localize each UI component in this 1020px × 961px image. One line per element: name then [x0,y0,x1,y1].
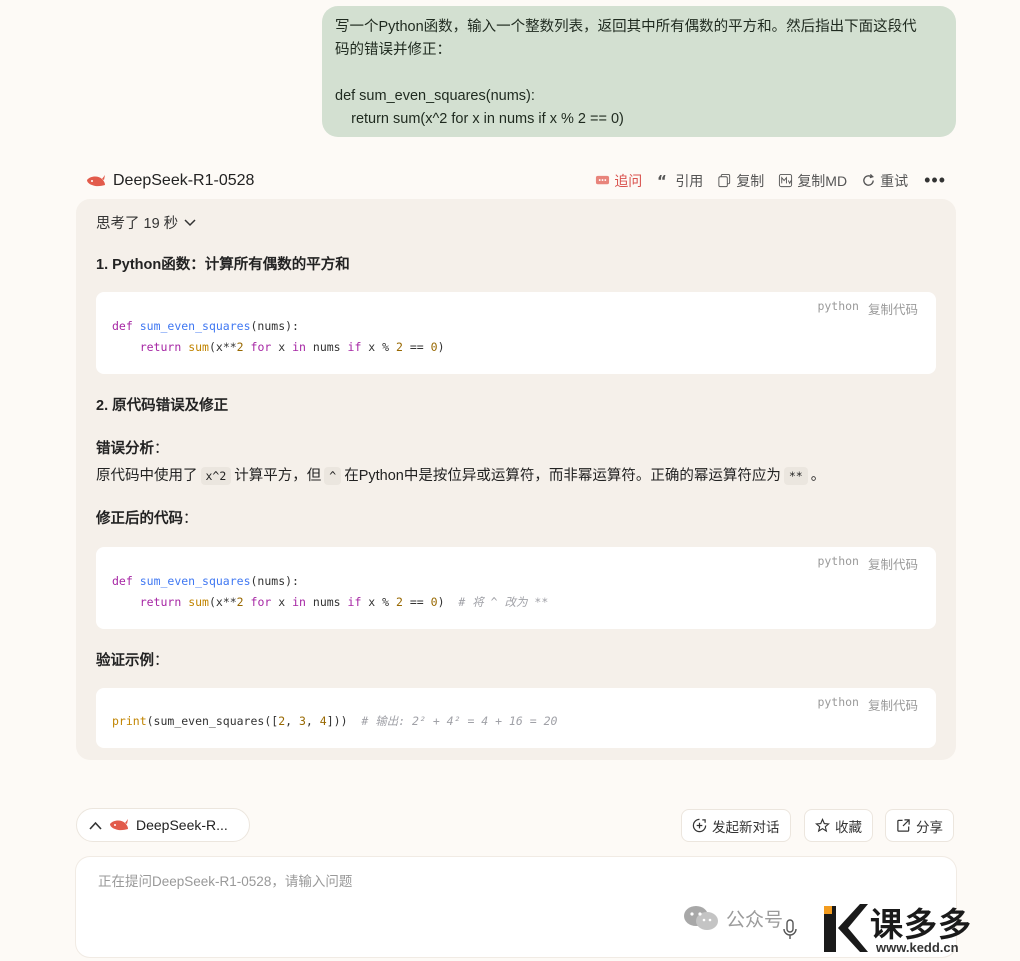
copy-code-button[interactable]: 复制代码 [868,299,918,318]
wechat-watermark: 公众号 [682,904,783,932]
new-chat-label: 发起新对话 [712,819,780,835]
code-language-label: python [817,695,859,709]
model-header: DeepSeek-R1-0528 追问 “ 引用 复制 复制MD 重试 ••• [86,168,956,194]
deepseek-whale-icon [110,819,128,831]
copy-label: 复制 [736,172,765,189]
user-message-bubble: 写一个Python函数，输入一个整数列表，返回其中所有偶数的平方和。然后指出下面… [322,6,956,137]
chevron-up-icon [89,821,102,830]
quote-icon: “ [657,173,667,188]
model-selector[interactable]: DeepSeek-R... [76,808,250,842]
error-analysis-text: 原代码中使用了 x^2 计算平方，但 ^ 在Python中是按位异或运算符，而非幂运算符… [96,467,826,485]
code-block-header: python 复制代码 [817,554,918,573]
retry-label: 重试 [880,172,909,189]
brand-watermark: 课多多 www.kedd.cn [822,898,1018,960]
code-language-label: python [817,554,859,568]
prompt-input[interactable] [96,873,800,890]
user-message-line: 码的错误并修正： [335,42,451,58]
thinking-label: 思考了 19 秒 [96,216,179,232]
share-label: 分享 [916,819,943,835]
share-icon [897,819,910,832]
favorite-button[interactable]: 收藏 [804,809,873,842]
new-chat-button[interactable]: 发起新对话 [681,809,791,842]
copy-icon [718,173,731,188]
inline-code: x^2 [200,467,232,485]
brand-watermark-url: www.kedd.cn [876,940,959,955]
more-options-button[interactable]: ••• [924,170,946,191]
user-message-line: 写一个Python函数，输入一个整数列表，返回其中所有偶数的平方和。然后指出下面… [335,19,917,35]
wechat-watermark-label: 公众号 [726,909,784,931]
error-analysis-title: 错误分析： [96,441,169,457]
section-heading-2: 2. 原代码错误及修正 [96,398,229,414]
favorite-label: 收藏 [835,819,862,835]
svg-text:“: “ [657,173,667,188]
markdown-icon [779,173,793,188]
code-content: def sum_even_squares(nums): return sum(x… [112,319,445,354]
code-content: print(sum_even_squares([2, 3, 4])) # 输出:… [112,714,558,728]
answer-panel: 思考了 19 秒 1. Python函数：计算所有偶数的平方和 python 复… [76,199,956,760]
thinking-toggle[interactable]: 思考了 19 秒 [96,212,196,233]
star-icon [815,818,830,833]
new-chat-icon [692,818,707,833]
microphone-icon[interactable] [781,919,799,941]
code-content: def sum_even_squares(nums): return sum(x… [112,574,549,609]
chevron-down-icon [184,218,196,226]
fixed-code-title: 修正后的代码： [96,511,198,527]
code-block-1: python 复制代码 def sum_even_squares(nums): … [96,292,936,374]
model-name: DeepSeek-R1-0528 [113,172,255,189]
section-heading-1: 1. Python函数：计算所有偶数的平方和 [96,257,350,273]
wechat-icon [684,906,718,930]
code-block-header: python 复制代码 [817,299,918,318]
copy-button[interactable]: 复制 [717,171,764,191]
copy-code-button[interactable]: 复制代码 [868,554,918,573]
user-message-code-line: return sum(x^2 for x in nums if x % 2 ==… [335,111,624,127]
retry-button[interactable]: 重试 [861,171,908,191]
code-language-label: python [817,299,859,313]
followup-icon [596,175,610,185]
quote-label: 引用 [675,172,704,189]
inline-code: ^ [324,467,342,485]
user-message-code-line: def sum_even_squares(nums): [335,88,535,104]
brand-watermark-name: 课多多 [870,906,972,943]
quote-button[interactable]: “ 引用 [656,171,703,191]
brand-logo-icon [824,904,868,952]
share-button[interactable]: 分享 [885,809,954,842]
copy-md-label: 复制MD [797,172,848,189]
copy-code-button[interactable]: 复制代码 [868,695,918,714]
followup-label: 追问 [614,172,643,189]
code-block-2: python 复制代码 def sum_even_squares(nums): … [96,547,936,629]
retry-icon [863,173,875,186]
copy-md-button[interactable]: 复制MD [778,171,847,191]
deepseek-whale-icon [87,175,105,187]
verify-title: 验证示例： [96,653,169,669]
message-actions: 追问 “ 引用 复制 复制MD 重试 ••• [595,170,946,191]
code-block-3: python 复制代码 print(sum_even_squares([2, 3… [96,688,936,748]
inline-code: ** [783,467,808,485]
followup-button[interactable]: 追问 [595,171,642,191]
model-selector-label: DeepSeek-R... [136,817,228,833]
code-block-header: python 复制代码 [817,695,918,714]
